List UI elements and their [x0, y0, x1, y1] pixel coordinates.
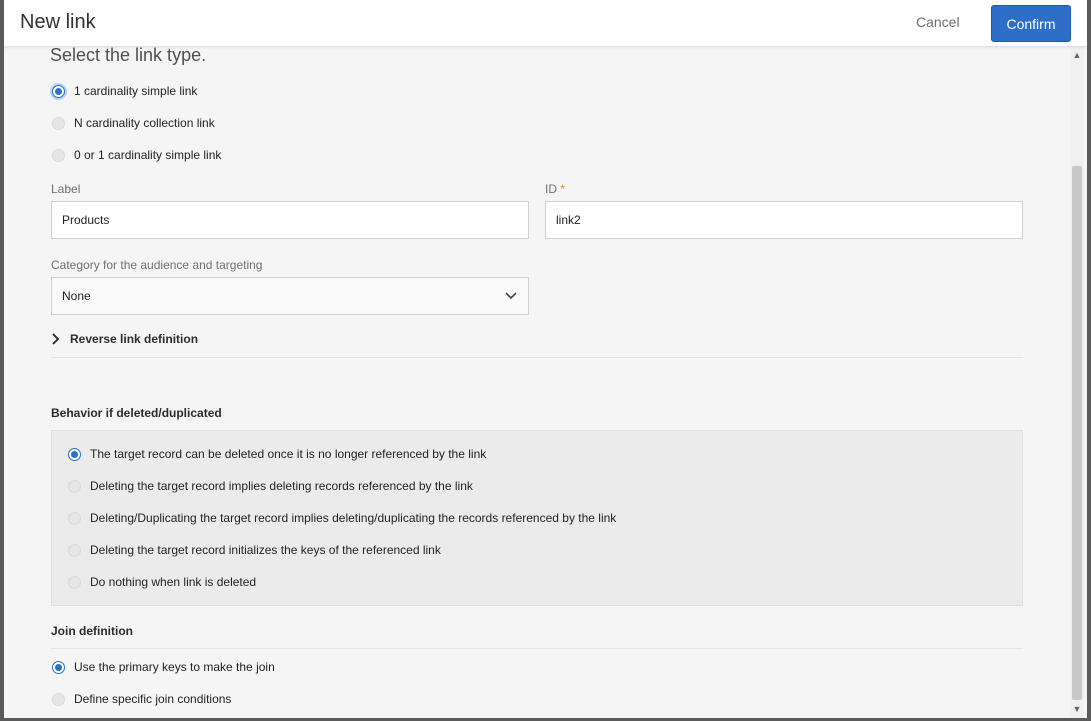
join-heading: Join definition	[51, 624, 133, 638]
scroll-down-arrow-icon[interactable]: ▼	[1070, 702, 1084, 716]
vertical-scrollbar[interactable]: ▲ ▼	[1070, 46, 1084, 718]
radio-button[interactable]	[52, 692, 65, 706]
join-option-primary-keys[interactable]: Use the primary keys to make the join	[52, 660, 275, 674]
reverse-link-label: Reverse link definition	[70, 332, 199, 346]
radio-button-selected[interactable]	[52, 84, 65, 98]
category-field-caption: Category for the audience and targeting	[51, 258, 263, 272]
radio-button-selected[interactable]	[68, 447, 81, 461]
radio-label: 1 cardinality simple link	[74, 84, 198, 98]
section-divider	[51, 648, 1023, 649]
label-input[interactable]: Products	[51, 201, 529, 239]
radio-label: Deleting the target record implies delet…	[90, 479, 473, 493]
chevron-right-icon	[52, 333, 60, 345]
new-link-dialog: New link Cancel Confirm ▲ ▼ Select the l…	[4, 0, 1087, 718]
radio-label: Define specific join conditions	[74, 692, 232, 706]
radio-label: The target record can be deleted once it…	[90, 447, 487, 461]
radio-button[interactable]	[68, 479, 81, 493]
radio-label: 0 or 1 cardinality simple link	[74, 148, 222, 162]
required-asterisk: *	[560, 182, 566, 196]
dialog-header: New link Cancel Confirm	[4, 0, 1087, 46]
behavior-option-do-nothing[interactable]: Do nothing when link is deleted	[68, 575, 256, 589]
radio-label: Use the primary keys to make the join	[74, 660, 275, 674]
chevron-down-icon	[505, 292, 517, 300]
radio-label: N cardinality collection link	[74, 116, 215, 130]
radio-button-selected[interactable]	[52, 660, 65, 674]
id-input[interactable]: link2	[545, 201, 1023, 239]
section-divider	[51, 357, 1023, 358]
link-type-option-1-cardinality[interactable]: 1 cardinality simple link	[52, 84, 197, 98]
link-type-heading: Select the link type.	[50, 45, 207, 65]
scroll-up-arrow-icon[interactable]: ▲	[1070, 48, 1084, 62]
id-field-caption: ID *	[545, 182, 565, 196]
id-caption-text: ID	[545, 182, 557, 196]
confirm-button[interactable]: Confirm	[991, 5, 1071, 42]
join-option-specific-conditions[interactable]: Define specific join conditions	[52, 692, 231, 706]
radio-button[interactable]	[52, 116, 65, 130]
behavior-heading: Behavior if deleted/duplicated	[51, 406, 222, 420]
category-select[interactable]: None	[51, 277, 529, 315]
reverse-link-toggle[interactable]: Reverse link definition	[51, 332, 198, 346]
radio-label: Deleting/Duplicating the target record i…	[90, 511, 617, 525]
scroll-thumb[interactable]	[1072, 166, 1082, 700]
dialog-title: New link	[20, 11, 96, 33]
behavior-option-can-be-deleted[interactable]: The target record can be deleted once it…	[68, 447, 486, 461]
behavior-option-initialize-keys[interactable]: Deleting the target record initializes t…	[68, 543, 441, 557]
link-type-option-n-cardinality[interactable]: N cardinality collection link	[52, 116, 215, 130]
radio-label: Deleting the target record initializes t…	[90, 543, 441, 557]
link-type-option-0-or-1-cardinality[interactable]: 0 or 1 cardinality simple link	[52, 148, 221, 162]
radio-button[interactable]	[52, 148, 65, 162]
category-selected-value: None	[62, 289, 91, 303]
behavior-option-delete-referenced[interactable]: Deleting the target record implies delet…	[68, 479, 473, 493]
radio-button[interactable]	[68, 511, 81, 525]
radio-label: Do nothing when link is deleted	[90, 575, 257, 589]
cancel-button[interactable]: Cancel	[916, 14, 960, 30]
radio-button[interactable]	[68, 543, 81, 557]
radio-button[interactable]	[68, 575, 81, 589]
label-field-caption: Label	[51, 182, 81, 196]
behavior-option-delete-duplicate-referenced[interactable]: Deleting/Duplicating the target record i…	[68, 511, 616, 525]
